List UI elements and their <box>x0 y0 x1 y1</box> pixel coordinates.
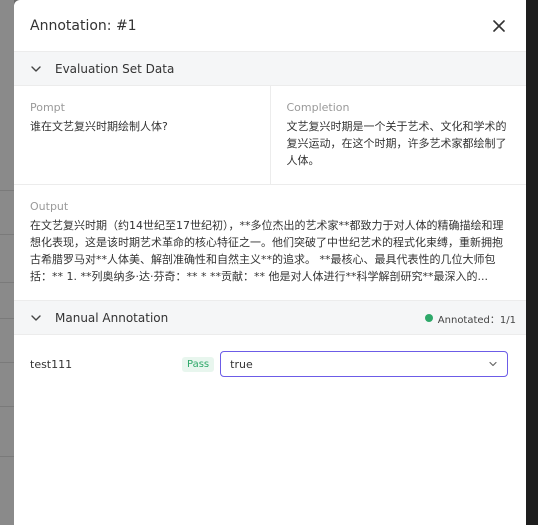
completion-value: 文艺复兴时期是一个关于艺术、文化和学术的复兴运动，在这个时期，许多艺术家都绘制了… <box>286 120 507 167</box>
close-icon <box>493 19 505 32</box>
dialog-title: Annotation: #1 <box>30 17 137 34</box>
annotation-value: true <box>230 357 253 371</box>
annotation-status: Annotated：1/1 <box>424 301 516 335</box>
evaluation-section-title: Evaluation Set Data <box>55 61 175 76</box>
annotation-dialog: Annotation: #1 Evaluation Set Data Pompt… <box>14 0 526 525</box>
chevron-down-icon[interactable] <box>30 63 42 75</box>
annotation-value-select[interactable]: true <box>220 351 509 377</box>
backdrop-right <box>526 0 538 525</box>
output-value: 在文艺复兴时期（约14世纪至17世纪初），**多位杰出的艺术家**都致力于对人体… <box>30 219 504 283</box>
manual-section-title: Manual Annotation <box>55 310 169 325</box>
evaluation-section-header[interactable]: Evaluation Set Data <box>14 52 526 86</box>
completion-label: Completion <box>286 101 350 114</box>
chevron-down-icon <box>489 361 497 367</box>
prompt-value: 谁在文艺复兴时期绘制人体? <box>30 120 168 133</box>
prompt-completion-grid: Pompt 谁在文艺复兴时期绘制人体? Completion 文艺复兴时期是一个… <box>14 86 526 185</box>
status-dot-icon <box>424 314 433 322</box>
prompt-cell: Pompt 谁在文艺复兴时期绘制人体? <box>14 86 270 184</box>
chevron-down-icon[interactable] <box>30 312 42 324</box>
output-block: Output 在文艺复兴时期（约14世纪至17世纪初），**多位杰出的艺术家**… <box>14 185 526 301</box>
pass-badge: Pass <box>182 356 215 372</box>
manual-section-header[interactable]: Manual Annotation Annotated：1/1 <box>14 301 526 335</box>
backdrop-left <box>0 0 14 525</box>
close-button[interactable] <box>488 15 510 37</box>
completion-cell: Completion 文艺复兴时期是一个关于艺术、文化和学术的复兴运动，在这个时… <box>269 86 527 184</box>
output-label: Output <box>30 200 69 213</box>
annotation-row-name: test111 <box>30 357 73 371</box>
annotation-row: test111 Pass true <box>14 335 526 393</box>
prompt-label: Pompt <box>30 101 65 114</box>
annotation-status-text: Annotated：1/1 <box>437 314 516 326</box>
dialog-header: Annotation: #1 <box>14 0 526 52</box>
